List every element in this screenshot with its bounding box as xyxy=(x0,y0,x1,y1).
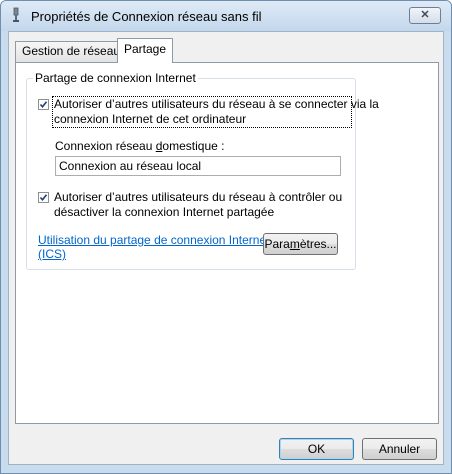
close-icon: ✕ xyxy=(420,9,430,21)
dialog-client-area: Gestion de réseau Partage Partage de con… xyxy=(8,31,444,465)
allow-control-line1[interactable]: Autoriser d’autres utilisateurs du résea… xyxy=(54,190,342,205)
ok-button[interactable]: OK xyxy=(279,438,354,460)
home-connection-field[interactable]: Connexion au réseau local xyxy=(55,156,341,176)
dialog-window: Propriétés de Connexion réseau sans fil … xyxy=(0,0,452,474)
group-title: Partage de connexion Internet xyxy=(33,71,198,85)
cancel-label: Annuler xyxy=(378,442,421,456)
internet-sharing-group: Partage de connexion Internet Autoriser … xyxy=(26,71,379,270)
tab-sharing[interactable]: Partage xyxy=(117,38,174,63)
home-connection-label: Connexion réseau domestique : xyxy=(55,139,225,153)
ics-help-link-cont[interactable]: (ICS) xyxy=(38,247,66,261)
title-bar[interactable]: Propriétés de Connexion réseau sans fil … xyxy=(1,1,451,31)
tab-network[interactable]: Gestion de réseau xyxy=(15,41,128,62)
home-connection-value: Connexion au réseau local xyxy=(59,159,202,173)
sharing-tab-panel: Partage de connexion Internet Autoriser … xyxy=(15,62,439,424)
ok-label: OK xyxy=(307,442,326,456)
network-adapter-icon xyxy=(10,7,22,23)
tab-sharing-label: Partage xyxy=(124,42,167,56)
window-title: Propriétés de Connexion réseau sans fil xyxy=(31,9,262,24)
allow-connect-line2[interactable]: connexion Internet de cet ordinateur xyxy=(54,112,246,127)
allow-connect-line1[interactable]: Autoriser d’autres utilisateurs du résea… xyxy=(54,97,379,112)
cancel-button[interactable]: Annuler xyxy=(362,438,437,460)
allow-control-checkbox[interactable] xyxy=(38,192,49,203)
close-button[interactable]: ✕ xyxy=(409,7,441,24)
allow-connect-checkbox[interactable] xyxy=(38,99,49,110)
allow-control-line2[interactable]: désactiver la connexion Internet partagé… xyxy=(54,205,274,220)
checkmark-icon xyxy=(39,101,48,109)
ics-help-link[interactable]: Utilisation du partage de connexion Inte… xyxy=(38,233,270,247)
settings-button[interactable]: Paramètres... xyxy=(263,233,338,255)
checkmark-icon xyxy=(39,194,48,202)
tab-network-label: Gestion de réseau xyxy=(22,44,121,58)
